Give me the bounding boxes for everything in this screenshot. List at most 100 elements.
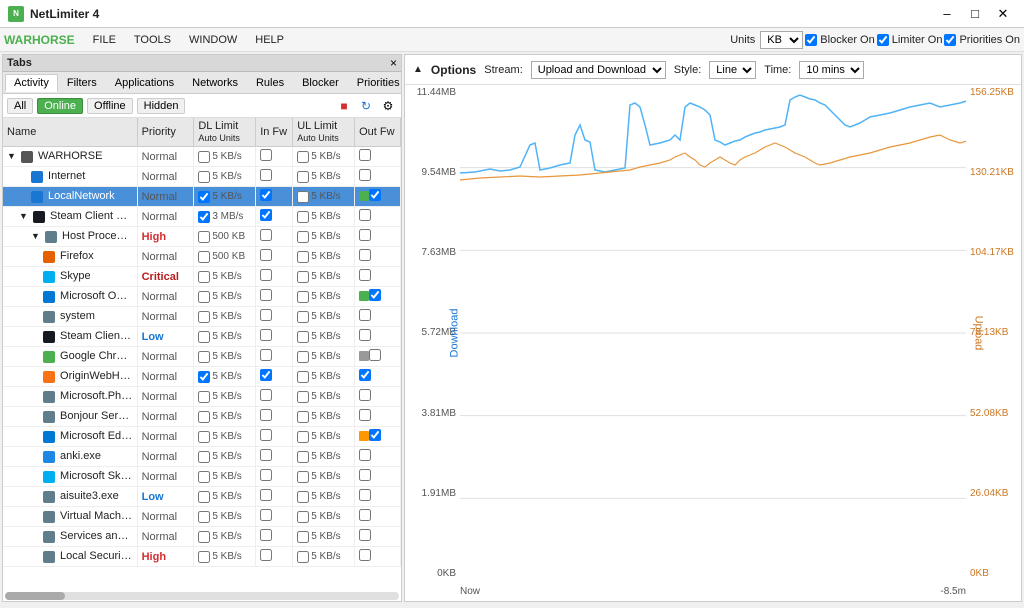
refresh-icon-btn[interactable]: ↻ — [357, 97, 375, 115]
table-row[interactable]: ▼ Steam Client Bootstra Normal 3 MB/s 5 … — [3, 207, 401, 227]
cell-in-fw[interactable] — [256, 147, 293, 167]
cell-in-fw[interactable] — [256, 547, 293, 567]
limiter-on-checkbox[interactable]: Limiter On — [877, 34, 943, 46]
table-row[interactable]: ▶ Microsoft Skype Normal 5 KB/s 5 KB/s — [3, 467, 401, 487]
options-chevron[interactable]: ▲ — [413, 64, 423, 75]
table-row[interactable]: ▶ Virtual Machine Mana Normal 5 KB/s 5 K… — [3, 507, 401, 527]
cell-in-fw[interactable] — [256, 487, 293, 507]
cell-in-fw[interactable] — [256, 347, 293, 367]
settings-icon-btn[interactable]: ⚙ — [379, 97, 397, 115]
table-row[interactable]: ▶ Services and Controlle Normal 5 KB/s 5… — [3, 527, 401, 547]
cell-out-fw[interactable] — [355, 207, 401, 227]
cell-out-fw[interactable] — [355, 547, 401, 567]
horizontal-scrollbar[interactable] — [5, 592, 399, 600]
table-row[interactable]: ▶ anki.exe Normal 5 KB/s 5 KB/s — [3, 447, 401, 467]
cell-out-fw[interactable] — [355, 307, 401, 327]
table-row[interactable]: ▶ Internet Normal 5 KB/s 5 KB/s — [3, 167, 401, 187]
table-row[interactable]: ▼ Host Process for Winc High 500 KB 5 KB… — [3, 227, 401, 247]
table-row[interactable]: ▶ Steam Client WebHel Low 5 KB/s 5 KB/s — [3, 327, 401, 347]
table-row[interactable]: ▶ Local Security Autho High 5 KB/s 5 KB/… — [3, 547, 401, 567]
tab-applications[interactable]: Applications — [106, 74, 183, 92]
cell-in-fw[interactable] — [256, 247, 293, 267]
filter-offline[interactable]: Offline — [87, 98, 133, 114]
table-row[interactable]: ▶ OriginWebHelperServ Normal 5 KB/s 5 KB… — [3, 367, 401, 387]
filter-hidden[interactable]: Hidden — [137, 98, 186, 114]
cell-in-fw[interactable] — [256, 387, 293, 407]
expand-btn[interactable]: ▼ — [31, 231, 40, 241]
cell-out-fw[interactable] — [355, 327, 401, 347]
cell-out-fw[interactable] — [355, 507, 401, 527]
cell-out-fw[interactable] — [355, 407, 401, 427]
table-row[interactable]: ▶ Microsoft.Photos.exe Normal 5 KB/s 5 K… — [3, 387, 401, 407]
cell-in-fw[interactable] — [256, 207, 293, 227]
tab-networks[interactable]: Networks — [183, 74, 247, 92]
table-row[interactable]: ▼ WARHORSE Normal 5 KB/s 5 KB/s — [3, 147, 401, 167]
table-row[interactable]: ▶ LocalNetwork Normal 5 KB/s 5 KB/s — [3, 187, 401, 207]
cell-in-fw[interactable] — [256, 167, 293, 187]
table-row[interactable]: ▶ Bonjour Service Normal 5 KB/s 5 KB/s — [3, 407, 401, 427]
cell-out-fw[interactable] — [355, 367, 401, 387]
blocker-on-checkbox[interactable]: Blocker On — [805, 34, 874, 46]
cell-in-fw[interactable] — [256, 407, 293, 427]
stream-select[interactable]: Upload and Download — [531, 61, 666, 79]
cell-out-fw[interactable] — [355, 467, 401, 487]
cell-out-fw[interactable] — [355, 147, 401, 167]
tab-priorities[interactable]: Priorities — [348, 74, 409, 92]
close-button[interactable]: ✕ — [990, 3, 1016, 25]
cell-out-fw[interactable] — [355, 267, 401, 287]
cell-in-fw[interactable] — [256, 527, 293, 547]
cell-in-fw[interactable] — [256, 327, 293, 347]
cell-in-fw[interactable] — [256, 267, 293, 287]
priorities-on-checkbox[interactable]: Priorities On — [944, 34, 1020, 46]
cell-in-fw[interactable] — [256, 367, 293, 387]
time-select[interactable]: 10 mins — [799, 61, 864, 79]
menu-tools[interactable]: TOOLS — [126, 32, 179, 48]
cell-out-fw[interactable] — [355, 427, 401, 447]
filter-all[interactable]: All — [7, 98, 33, 114]
table-row[interactable]: ▶ Google Chrome Normal 5 KB/s 5 KB/s — [3, 347, 401, 367]
process-table-container[interactable]: Name Priority DL LimitAuto Units In Fw U… — [3, 118, 401, 591]
table-row[interactable]: ▶ system Normal 5 KB/s 5 KB/s — [3, 307, 401, 327]
cell-in-fw[interactable] — [256, 187, 293, 207]
minimize-button[interactable]: – — [934, 3, 960, 25]
tab-filters[interactable]: Filters — [58, 74, 106, 92]
cell-in-fw[interactable] — [256, 507, 293, 527]
cell-out-fw[interactable] — [355, 487, 401, 507]
menu-file[interactable]: FILE — [85, 32, 124, 48]
cell-out-fw[interactable] — [355, 187, 401, 207]
tab-rules[interactable]: Rules — [247, 74, 293, 92]
cell-out-fw[interactable] — [355, 247, 401, 267]
table-row[interactable]: ▶ Skype Critical 5 KB/s 5 KB/s — [3, 267, 401, 287]
cell-out-fw[interactable] — [355, 387, 401, 407]
cell-in-fw[interactable] — [256, 447, 293, 467]
table-row[interactable]: ▶ aisuite3.exe Low 5 KB/s 5 KB/s — [3, 487, 401, 507]
menu-window[interactable]: WINDOW — [181, 32, 245, 48]
stop-icon-btn[interactable]: ■ — [335, 97, 353, 115]
cell-in-fw[interactable] — [256, 287, 293, 307]
expand-btn[interactable]: ▼ — [7, 151, 16, 161]
cell-in-fw[interactable] — [256, 307, 293, 327]
menu-help[interactable]: HELP — [247, 32, 292, 48]
table-row[interactable]: ▶ Microsoft Edge Normal 5 KB/s 5 KB/s — [3, 427, 401, 447]
cell-in-fw[interactable] — [256, 427, 293, 447]
cell-out-fw[interactable] — [355, 527, 401, 547]
cell-out-fw[interactable] — [355, 347, 401, 367]
style-select[interactable]: Line — [709, 61, 756, 79]
tab-activity[interactable]: Activity — [5, 74, 58, 92]
tab-blocker[interactable]: Blocker — [293, 74, 348, 92]
table-row[interactable]: ▶ Microsoft OneDrive Normal 5 KB/s 5 KB/… — [3, 287, 401, 307]
maximize-button[interactable]: □ — [962, 3, 988, 25]
table-row[interactable]: ▶ Firefox Normal 500 KB 5 KB/s — [3, 247, 401, 267]
cell-out-fw[interactable] — [355, 227, 401, 247]
cell-out-fw[interactable] — [355, 447, 401, 467]
scrollbar-thumb[interactable] — [5, 592, 65, 600]
filter-online[interactable]: Online — [37, 98, 83, 114]
cell-out-fw[interactable] — [355, 167, 401, 187]
units-select[interactable]: KBMB — [760, 31, 803, 49]
tabs-panel-close[interactable]: × — [390, 56, 397, 70]
expand-btn[interactable]: ▼ — [19, 211, 28, 221]
cell-in-fw[interactable] — [256, 227, 293, 247]
upload-label: Upload — [973, 316, 985, 351]
cell-out-fw[interactable] — [355, 287, 401, 307]
cell-in-fw[interactable] — [256, 467, 293, 487]
